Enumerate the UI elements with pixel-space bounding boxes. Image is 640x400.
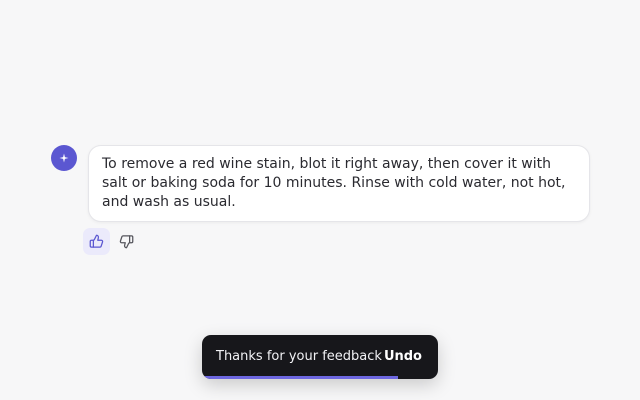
thumbs-down-icon [119, 235, 134, 249]
toast-message: Thanks for your feedback [216, 349, 382, 364]
assistant-message-bubble: To remove a red wine stain, blot it righ… [88, 145, 590, 222]
sparkle-icon [59, 153, 69, 163]
feedback-toast: Thanks for your feedback Undo [202, 335, 438, 379]
toast-progress-bar [202, 376, 398, 379]
undo-button[interactable]: Undo [384, 348, 422, 365]
thumbs-up-icon [89, 234, 104, 248]
assistant-avatar [51, 145, 77, 171]
feedback-actions [83, 228, 140, 255]
thumbs-up-button[interactable] [83, 228, 110, 255]
thumbs-down-button[interactable] [113, 228, 140, 255]
assistant-message-text: To remove a red wine stain, blot it righ… [102, 156, 566, 210]
